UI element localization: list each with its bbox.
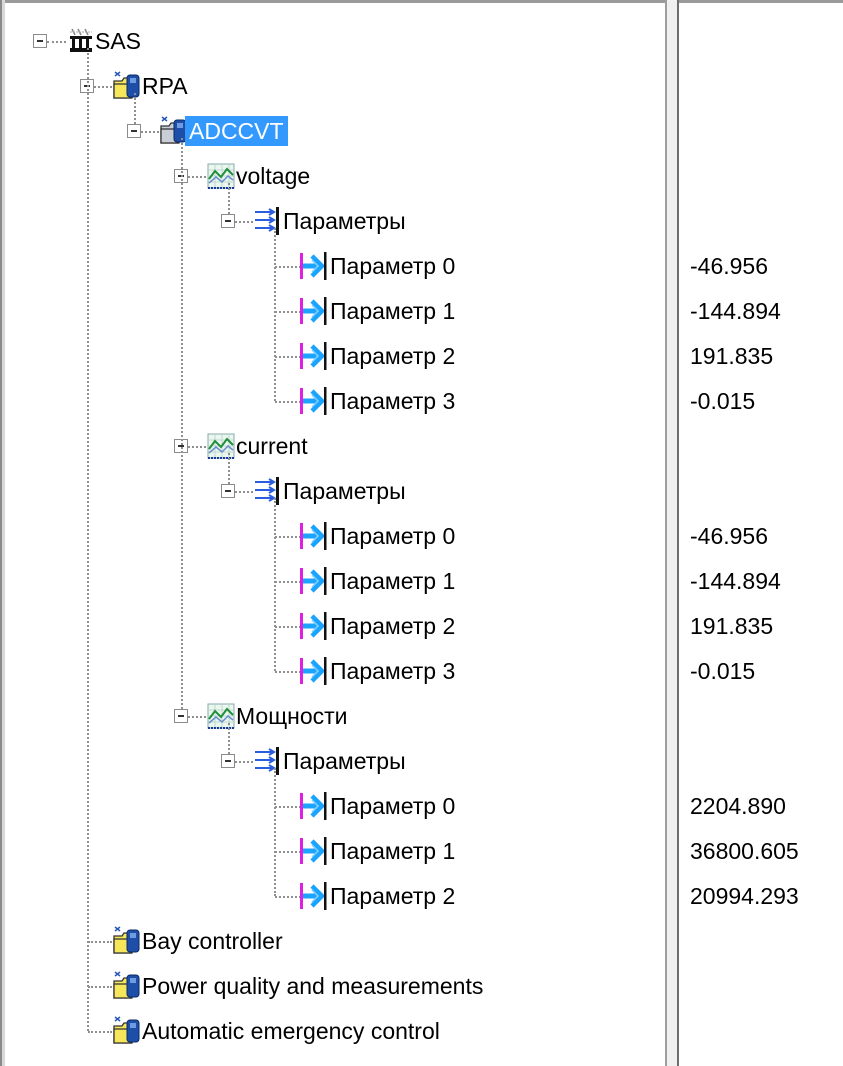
tree-connector-line bbox=[275, 896, 301, 898]
tree-connector-line bbox=[275, 806, 301, 808]
splitter-bar[interactable] bbox=[665, 0, 679, 1066]
parameter-value: 191.835 bbox=[690, 613, 774, 639]
parameters-group-icon bbox=[253, 476, 283, 506]
tree-connector-line bbox=[275, 401, 301, 403]
device-folder-icon bbox=[112, 1016, 142, 1046]
tree-connector-line bbox=[87, 48, 89, 1031]
tree-connector-line bbox=[275, 581, 301, 583]
parameter-arrow-icon bbox=[299, 296, 329, 326]
tree-node-device[interactable]: Bay controller bbox=[142, 926, 283, 956]
tree-connector-line bbox=[275, 671, 301, 673]
tree-node-parameter[interactable]: Параметр 0 bbox=[330, 791, 455, 821]
parameter-arrow-icon bbox=[299, 836, 329, 866]
tree-connector-line bbox=[188, 176, 206, 178]
tree-node-device[interactable]: Power quality and measurements bbox=[142, 971, 483, 1001]
tree-connector-line bbox=[275, 356, 301, 358]
tree-connector-line bbox=[47, 41, 66, 43]
parameter-value: -144.894 bbox=[690, 298, 781, 324]
chart-node-icon bbox=[206, 701, 236, 731]
parameter-arrow-icon bbox=[299, 386, 329, 416]
tree-connector-line bbox=[274, 228, 276, 401]
tree-node-parameter[interactable]: Параметр 3 bbox=[330, 386, 455, 416]
parameter-value: 191.835 bbox=[690, 343, 774, 369]
tree-connector-line bbox=[188, 446, 206, 448]
tree-connector-line bbox=[235, 221, 253, 223]
tree-node-rpa[interactable]: RPA bbox=[142, 71, 188, 101]
tree-connector-line bbox=[188, 716, 206, 718]
tree-connector-line bbox=[275, 626, 301, 628]
parameter-value: 36800.605 bbox=[690, 838, 799, 864]
tree-connector-line bbox=[94, 86, 112, 88]
chart-node-icon bbox=[206, 161, 236, 191]
tree-connector-line bbox=[88, 1031, 112, 1033]
tree-node-parameter[interactable]: Параметр 1 bbox=[330, 566, 455, 596]
tree-connector-line bbox=[134, 93, 136, 124]
tree-connector-line bbox=[228, 723, 230, 754]
device-folder-icon bbox=[112, 926, 142, 956]
tree-node-current[interactable]: current bbox=[236, 431, 308, 461]
tree-connector-line bbox=[235, 491, 253, 493]
parameter-arrow-icon bbox=[299, 251, 329, 281]
parameter-arrow-icon bbox=[299, 881, 329, 911]
tree-node-parameters[interactable]: Параметры bbox=[283, 206, 406, 236]
collapse-toggle-icon[interactable] bbox=[221, 754, 235, 768]
device-folder-icon bbox=[112, 971, 142, 1001]
tree-node-parameter[interactable]: Параметр 0 bbox=[330, 251, 455, 281]
chart-node-icon bbox=[206, 431, 236, 461]
tree-node-parameter[interactable]: Параметр 1 bbox=[330, 296, 455, 326]
tree-node-parameter[interactable]: Параметр 2 bbox=[330, 881, 455, 911]
parameter-arrow-icon bbox=[299, 521, 329, 551]
tree-connector-line bbox=[88, 941, 112, 943]
device-folder-icon bbox=[112, 71, 142, 101]
parameter-value: -144.894 bbox=[690, 568, 781, 594]
parameters-group-icon bbox=[253, 746, 283, 776]
parameter-value: 20994.293 bbox=[690, 883, 799, 909]
pane-top-border bbox=[0, 0, 843, 3]
parameter-value: 2204.890 bbox=[690, 793, 786, 819]
parameter-arrow-icon bbox=[299, 656, 329, 686]
parameter-value: -0.015 bbox=[690, 658, 756, 684]
tree-connector-line bbox=[235, 761, 253, 763]
tree-node-adccvt[interactable]: ADCCVT bbox=[185, 116, 288, 146]
tree-connector-line bbox=[275, 536, 301, 538]
parameter-arrow-icon bbox=[299, 791, 329, 821]
tree-connector-line bbox=[228, 183, 230, 214]
tree-node-sas[interactable]: SAS bbox=[95, 26, 141, 56]
tree-connector-line bbox=[181, 138, 183, 709]
tree-connector-line bbox=[275, 851, 301, 853]
tree-connector-line bbox=[275, 266, 301, 268]
tree-connector-line bbox=[88, 986, 112, 988]
tree-node-parameters[interactable]: Параметры bbox=[283, 746, 406, 776]
tree-node-parameter[interactable]: Параметр 1 bbox=[330, 836, 455, 866]
collapse-toggle-icon[interactable] bbox=[33, 34, 47, 48]
collapse-toggle-icon[interactable] bbox=[127, 124, 141, 138]
parameters-group-icon bbox=[253, 206, 283, 236]
collapse-toggle-icon[interactable] bbox=[221, 484, 235, 498]
parameter-value: -0.015 bbox=[690, 388, 756, 414]
tree-connector-line bbox=[274, 768, 276, 896]
tree-node-parameter[interactable]: Параметр 2 bbox=[330, 341, 455, 371]
substation-icon bbox=[66, 26, 96, 56]
tree-connector-line bbox=[141, 131, 159, 133]
tree-node-parameters[interactable]: Параметры bbox=[283, 476, 406, 506]
tree-node-parameter[interactable]: Параметр 3 bbox=[330, 656, 455, 686]
parameter-value: -46.956 bbox=[690, 523, 769, 549]
tree-node-parameter[interactable]: Параметр 2 bbox=[330, 611, 455, 641]
tree-node-power[interactable]: Мощности bbox=[236, 701, 348, 731]
tree-node-parameter[interactable]: Параметр 0 bbox=[330, 521, 455, 551]
tree-node-device[interactable]: Automatic emergency control bbox=[142, 1016, 440, 1046]
tree-connector-line bbox=[275, 311, 301, 313]
tree-connector-line bbox=[228, 453, 230, 484]
parameter-arrow-icon bbox=[299, 611, 329, 641]
parameter-arrow-icon bbox=[299, 566, 329, 596]
pane-left-border bbox=[0, 0, 5, 1066]
collapse-toggle-icon[interactable] bbox=[221, 214, 235, 228]
tree-node-voltage[interactable]: voltage bbox=[236, 161, 310, 191]
tree-connector-line bbox=[274, 498, 276, 671]
parameter-value: -46.956 bbox=[690, 253, 769, 279]
collapse-toggle-icon[interactable] bbox=[174, 709, 188, 723]
parameter-arrow-icon bbox=[299, 341, 329, 371]
